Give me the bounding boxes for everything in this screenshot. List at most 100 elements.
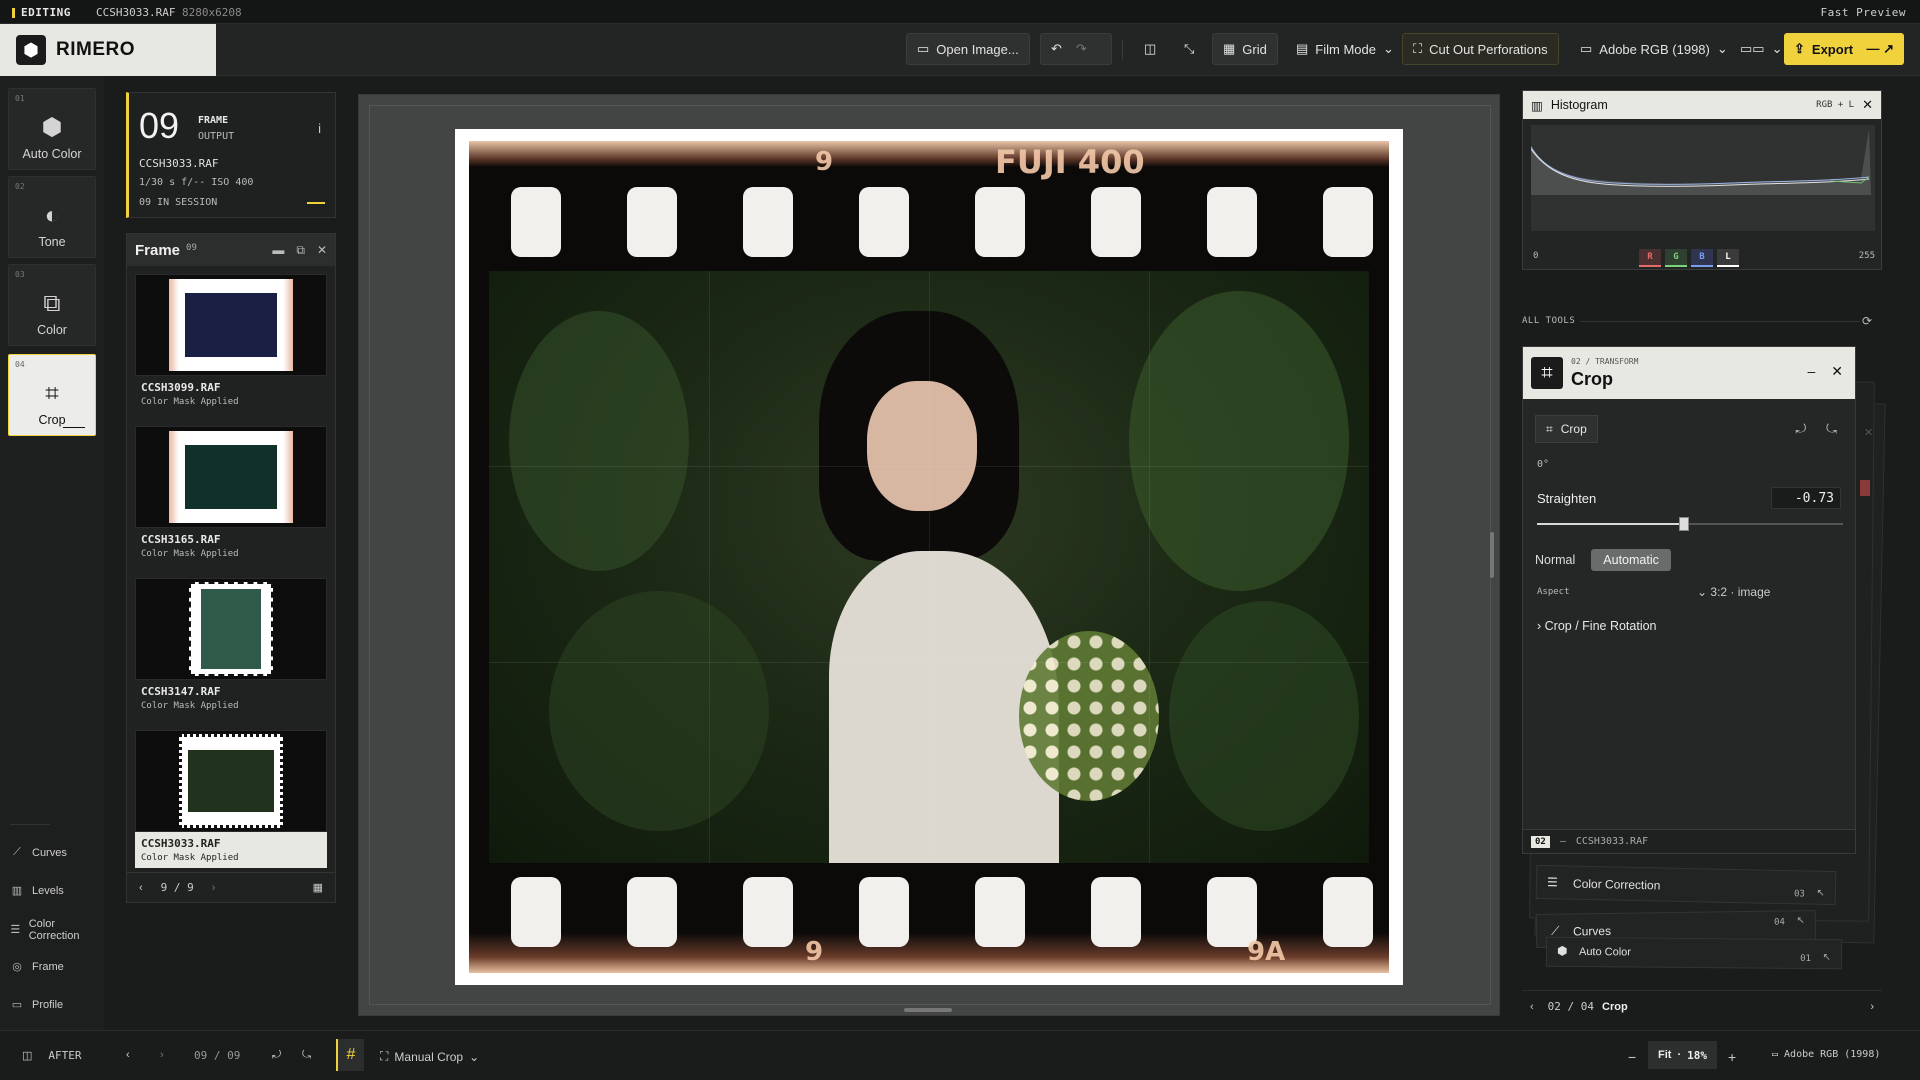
info-icon[interactable]: i (318, 121, 321, 136)
film-edge-number: 9 (805, 937, 824, 967)
filmstrip-item[interactable]: CCSH3147.RAF Color Mask Applied (135, 578, 327, 716)
fast-preview-toggle[interactable]: Fast Preview (1821, 6, 1906, 19)
undo-icon[interactable]: ↶ (1051, 41, 1062, 57)
title-bar: EDITING CCSH3033.RAF 8280x6208 Fast Prev… (0, 0, 1920, 24)
straighten-label: Straighten (1537, 491, 1597, 506)
slider-handle[interactable] (1678, 517, 1689, 531)
crop-mode-dropdown[interactable]: ⛶ Manual Crop ⌄ (380, 1049, 479, 1064)
channel-b-toggle[interactable]: B (1691, 249, 1713, 267)
image-canvas[interactable]: 9 FUJI 400 9 9A (358, 94, 1500, 1016)
footer-file: CCSH3033.RAF (1575, 836, 1649, 847)
channel-r-toggle[interactable]: R (1639, 249, 1661, 267)
tool-tone[interactable]: 02 ◐ Tone (8, 176, 96, 258)
open-image-button[interactable]: ▭ Open Image... (906, 33, 1030, 65)
filmstrip-item-selected[interactable]: CCSH3033.RAF Color Mask Applied (135, 730, 327, 868)
horizontal-scrollbar[interactable] (904, 1008, 952, 1012)
color-space-dropdown[interactable]: ▭ Adobe RGB (1998) ⌄ (1570, 33, 1738, 65)
close-icon[interactable]: ✕ (1862, 97, 1873, 113)
histogram-icon: ▥ (1531, 98, 1543, 113)
cut-perforations-button[interactable]: ⛶ Cut Out Perforations (1402, 33, 1559, 65)
expand-icon[interactable]: ⤡ (1174, 33, 1204, 65)
film-edge-number: 9A (1247, 937, 1286, 967)
rotate-left-icon[interactable]: ⤿ (302, 1049, 311, 1062)
tool-number: 01 (15, 94, 25, 103)
cut-perforations-label: Cut Out Perforations (1429, 41, 1548, 57)
panel-title: Crop (1571, 369, 1613, 389)
chevron-left-icon[interactable]: ‹ (1530, 1001, 1534, 1013)
nav-profile[interactable]: ▭ Profile (10, 998, 63, 1012)
close-icon[interactable]: ✕ (317, 243, 327, 258)
grid-overlay-toggle[interactable]: # (336, 1039, 364, 1071)
color-space-label: Adobe RGB (1998) (1599, 41, 1710, 57)
nav-color-correction[interactable]: ☰ Color Correction (10, 918, 90, 942)
thumb-status: Color Mask Applied (141, 701, 239, 711)
thumb-status: Color Mask Applied (141, 853, 239, 863)
after-label: AFTER (48, 1049, 82, 1062)
history-group: ↶ ↷ (1040, 33, 1112, 65)
mode-automatic-option[interactable]: Automatic (1591, 549, 1671, 571)
export-button[interactable]: ⇪ Export — ↗ (1784, 33, 1904, 65)
sliders-icon: ☰ (1546, 875, 1558, 890)
monitor-icon: ▭ (1772, 1049, 1779, 1060)
nav-label: Color Correction (28, 918, 80, 942)
thumbnail (135, 730, 327, 832)
frame-icon: ◎ (12, 961, 22, 973)
chevron-down-icon: ⌄ (1382, 41, 1394, 56)
filmstrip-item[interactable]: CCSH3099.RAF Color Mask Applied (135, 274, 327, 412)
minimize-icon[interactable]: – (1807, 363, 1815, 380)
stack-number: 04 (1774, 917, 1785, 928)
chevron-left-icon[interactable]: ‹ (139, 882, 143, 894)
straighten-input[interactable]: -0.73 (1771, 487, 1841, 509)
chevron-left-icon[interactable]: ‹ (126, 1049, 130, 1061)
grid-view-icon[interactable]: ▦ (313, 881, 323, 894)
redo-icon[interactable]: ↷ (1076, 41, 1087, 57)
channel-l-toggle[interactable]: L (1717, 249, 1739, 267)
straighten-slider[interactable] (1537, 517, 1843, 531)
mode-normal-option[interactable]: Normal (1523, 549, 1587, 571)
film-mode-dropdown[interactable]: ▤ Film Mode ⌄ (1286, 33, 1404, 65)
chevron-right-icon[interactable]: › (1870, 1001, 1874, 1013)
refresh-icon[interactable]: ⟳ (1862, 314, 1872, 328)
crop-mode-button[interactable]: ⌗ Crop (1535, 415, 1598, 443)
compare-icon[interactable]: ◫ (1134, 33, 1166, 65)
close-icon[interactable]: ✕ (1831, 363, 1843, 380)
nav-frame[interactable]: ◎ Frame (10, 960, 64, 974)
chevron-right-icon[interactable]: › (160, 1049, 164, 1061)
crop-icon: ⌗ (1546, 421, 1553, 436)
layout-icon: ▭▭ (1740, 41, 1765, 56)
filmstrip-item[interactable]: CCSH3165.RAF Color Mask Applied (135, 426, 327, 564)
zoom-in-icon[interactable]: + (1728, 1049, 1736, 1065)
thumb-name: CCSH3033.RAF (141, 837, 221, 850)
before-after-toggle[interactable]: ◫ AFTER (22, 1049, 82, 1062)
zoom-out-icon[interactable]: − (1628, 1049, 1636, 1065)
histogram-mode[interactable]: RGB + L (1816, 100, 1854, 110)
tool-auto-color[interactable]: 01 ⬢ Auto Color (8, 88, 96, 170)
rotate-right-icon[interactable]: ⤾ (272, 1049, 281, 1062)
channel-g-toggle[interactable]: G (1665, 249, 1687, 267)
grid-button[interactable]: ▦ Grid (1212, 33, 1278, 65)
chevron-right-icon[interactable]: › (212, 882, 216, 894)
status-bar: ◫ AFTER ‹ › 09 / 09 ⤾ ⤿ # ⛶ Manual Crop ⌄ −… (0, 1030, 1920, 1080)
nav-curves[interactable]: ⟋ Curves (10, 846, 67, 859)
rotate-right-icon[interactable]: ⤾ (1795, 421, 1806, 437)
fine-rotation-expander[interactable]: › Crop / Fine Rotation (1537, 619, 1657, 633)
vertical-scrollbar[interactable] (1490, 532, 1494, 578)
minimize-icon[interactable]: ▬ (272, 243, 284, 258)
tool-crop[interactable]: 04 ⌗ Crop (8, 354, 96, 436)
tool-label: Crop (38, 413, 66, 427)
zoom-control[interactable]: Fit · 18% (1648, 1041, 1717, 1069)
frame-pager: ‹ 9 / 9 › ▦ (127, 872, 335, 902)
frame-output-label: FRAME OUTPUT (198, 115, 235, 142)
rotate-left-icon[interactable]: ⤿ (1826, 421, 1837, 437)
stack-card-color-correction[interactable]: ☰ Color Correction 03 ↖ (1535, 864, 1837, 906)
popout-icon[interactable]: ⧉ (296, 243, 305, 258)
tool-label: Tone (38, 235, 66, 249)
brand: ⬢ RIMERO (0, 24, 216, 76)
stack-card-auto-color[interactable]: ⬢ Auto Color 01 ↖ (1545, 936, 1843, 970)
tool-color[interactable]: 03 ⧉ Color (8, 264, 96, 346)
aspect-dropdown[interactable]: ⌄ 3:2 · image (1697, 585, 1770, 599)
output-card: 09 FRAME OUTPUT i CCSH3033.RAF 1/30 s f/-… (126, 92, 336, 218)
thumbnail (135, 578, 327, 680)
film-icon: ▤ (1296, 41, 1309, 56)
nav-levels[interactable]: ▥ Levels (10, 884, 64, 898)
